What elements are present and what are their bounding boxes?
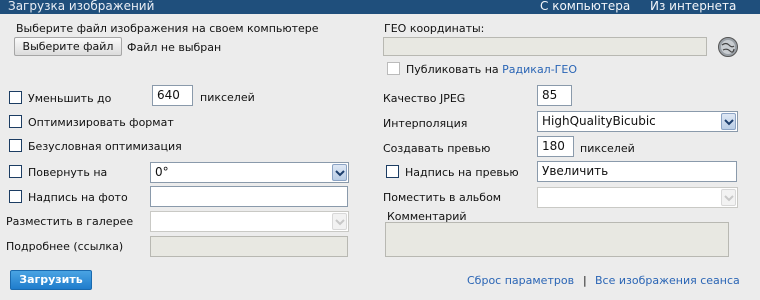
reduce-label: Уменьшить до (28, 92, 112, 105)
chevron-down-icon[interactable] (721, 189, 736, 206)
interpolation-label: Интерполяция (383, 117, 468, 130)
unconditional-optimization-checkbox[interactable] (9, 139, 22, 152)
header-bar: Загрузка изображений С компьютера Из инт… (0, 0, 760, 14)
caption-label: Надпись на фото (28, 191, 128, 204)
comment-textarea[interactable] (385, 222, 729, 257)
rotate-select[interactable]: 0° (150, 162, 349, 183)
publish-geo-label: Публиковать на Радикал-ГЕО (406, 63, 578, 76)
optimize-format-label: Оптимизировать формат (28, 116, 174, 129)
choose-file-button[interactable]: Выберите файл (14, 37, 122, 56)
reduce-size-input[interactable]: 640 (152, 85, 193, 106)
album-select[interactable] (537, 187, 738, 208)
preview-size-input[interactable]: 180 (537, 136, 574, 157)
rotate-value: 0° (155, 165, 169, 179)
tab-from-internet[interactable]: Из интернета (650, 0, 736, 13)
file-prompt: Выберите файл изображения на своем компь… (16, 22, 319, 35)
caption-checkbox[interactable] (9, 190, 22, 203)
chevron-down-icon[interactable] (332, 164, 347, 181)
geo-coordinates-input[interactable] (383, 37, 707, 56)
reset-parameters-link[interactable]: Сброс параметров (467, 274, 574, 287)
tab-from-computer[interactable]: С компьютера (540, 0, 630, 13)
caption-input[interactable] (150, 186, 348, 207)
rotate-checkbox[interactable] (9, 165, 22, 178)
preview-caption-label: Надпись на превью (405, 166, 519, 179)
reduce-unit: пикселей (200, 91, 255, 104)
unconditional-optimization-label: Безусловная оптимизация (28, 140, 182, 153)
details-label: Подробнее (ссылка) (6, 240, 124, 253)
jpeg-quality-input[interactable]: 85 (537, 85, 572, 106)
details-input[interactable] (150, 236, 348, 257)
radikal-geo-link[interactable]: Радикал-ГЕО (502, 63, 577, 76)
preview-caption-input[interactable]: Увеличить (537, 161, 737, 182)
preview-unit: пикселей (580, 142, 635, 155)
interpolation-value: HighQualityBicubic (542, 114, 656, 128)
globe-icon[interactable] (717, 36, 739, 58)
footer-separator: | (583, 274, 587, 287)
page-title: Загрузка изображений (8, 0, 155, 13)
geo-label: ГЕО координаты: (384, 22, 485, 35)
jpeg-quality-label: Качество JPEG (383, 92, 466, 105)
upload-button[interactable]: Загрузить (10, 270, 92, 290)
file-status: Файл не выбран (127, 41, 222, 54)
session-images-link[interactable]: Все изображения сеанса (595, 274, 740, 287)
reduce-checkbox[interactable] (9, 91, 22, 104)
interpolation-select[interactable]: HighQualityBicubic (537, 111, 738, 132)
gallery-select[interactable] (150, 211, 349, 232)
rotate-label: Повернуть на (28, 166, 108, 179)
preview-caption-checkbox[interactable] (386, 165, 399, 178)
chevron-down-icon[interactable] (332, 213, 347, 230)
chevron-down-icon[interactable] (721, 113, 736, 130)
gallery-label: Разместить в галерее (6, 215, 134, 228)
publish-geo-checkbox[interactable] (387, 62, 400, 75)
preview-label: Создавать превью (383, 142, 491, 155)
optimize-format-checkbox[interactable] (9, 115, 22, 128)
album-label: Поместить в альбом (383, 191, 502, 204)
